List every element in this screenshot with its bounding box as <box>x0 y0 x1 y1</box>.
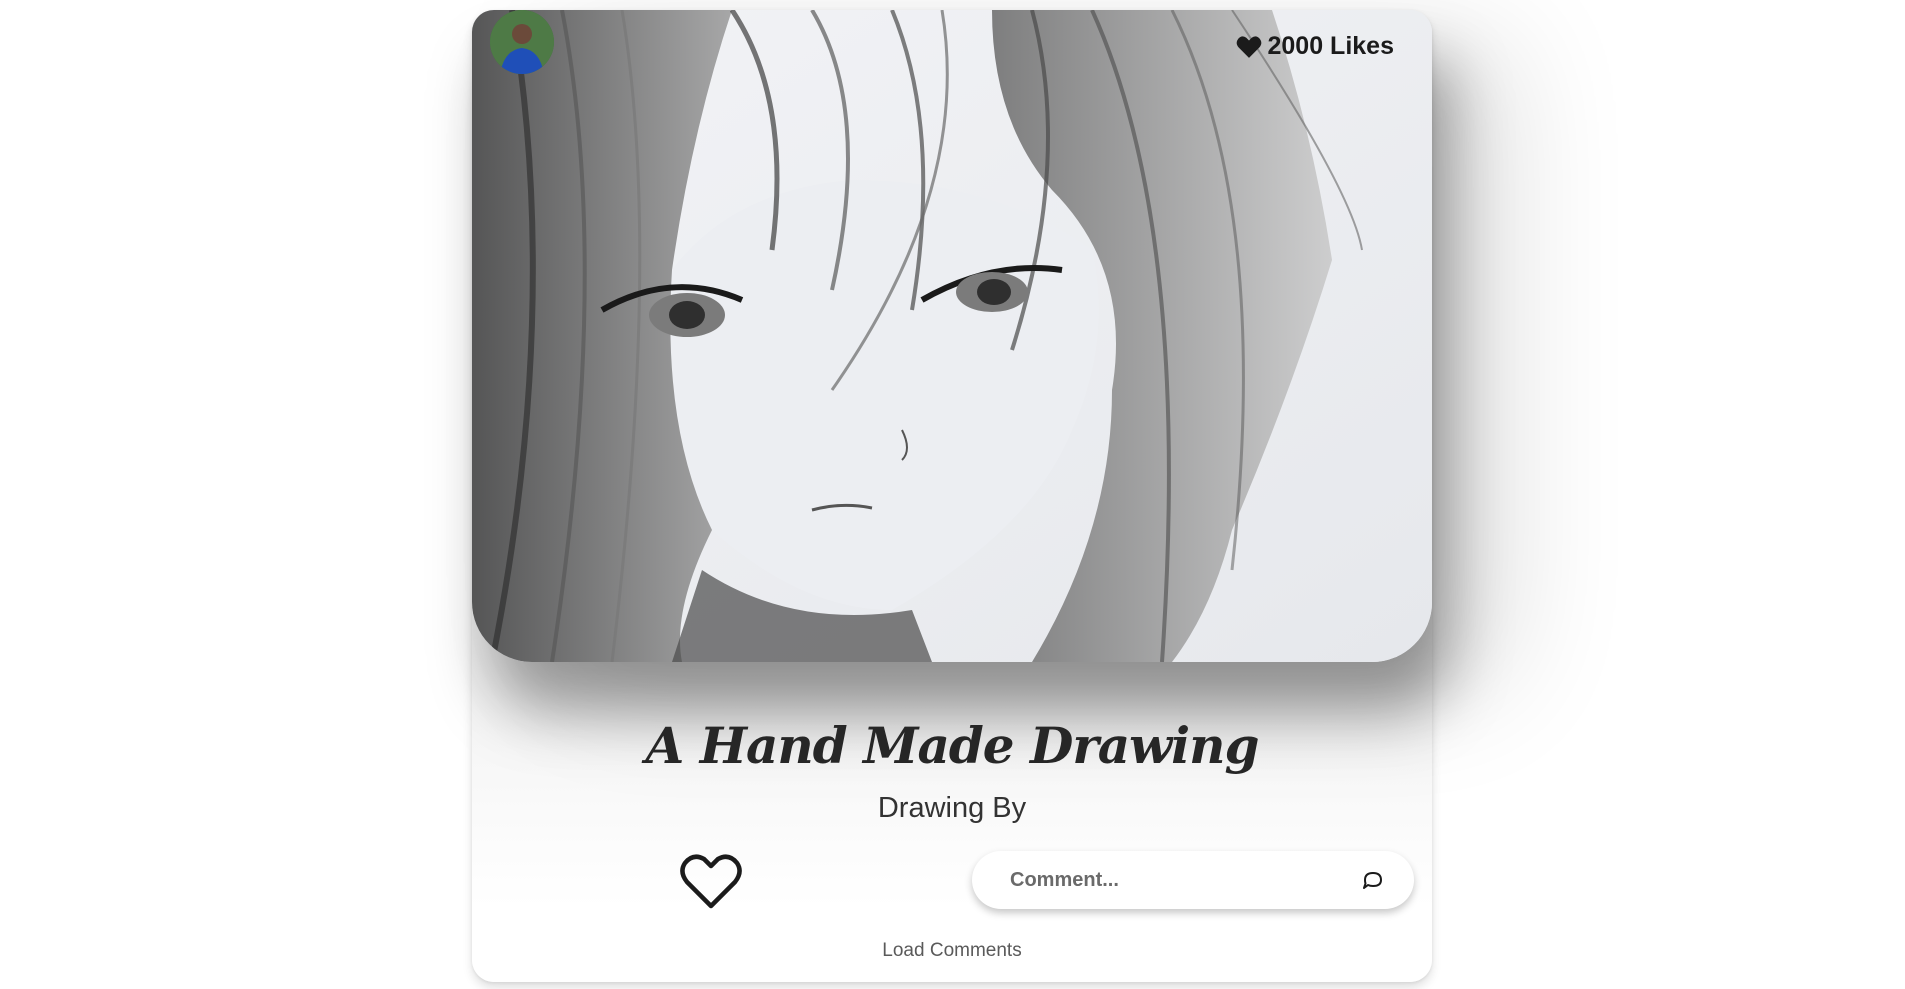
page: 2000 Likes A Hand Made Drawing Drawing B… <box>0 0 1905 989</box>
post-image-container <box>472 10 1432 662</box>
likes-count-label: 2000 Likes <box>1267 32 1395 60</box>
heart-outline-icon <box>680 854 742 909</box>
heart-filled-icon <box>1236 35 1261 58</box>
like-button[interactable] <box>679 853 743 911</box>
post-subtitle: Drawing By <box>877 792 1027 824</box>
comment-input[interactable] <box>1008 867 1342 893</box>
post-card: 2000 Likes A Hand Made Drawing Drawing B… <box>472 10 1432 982</box>
avatar-image <box>490 10 554 74</box>
load-comments-link[interactable]: Load Comments <box>472 940 1432 962</box>
likes-count: 2000 Likes <box>1236 32 1395 61</box>
comment-field <box>972 851 1414 909</box>
post-image[interactable] <box>472 10 1432 662</box>
chat-bubble-icon[interactable] <box>1362 871 1384 891</box>
author-avatar[interactable] <box>490 10 554 74</box>
post-title: A Hand Made Drawing <box>645 716 1260 775</box>
